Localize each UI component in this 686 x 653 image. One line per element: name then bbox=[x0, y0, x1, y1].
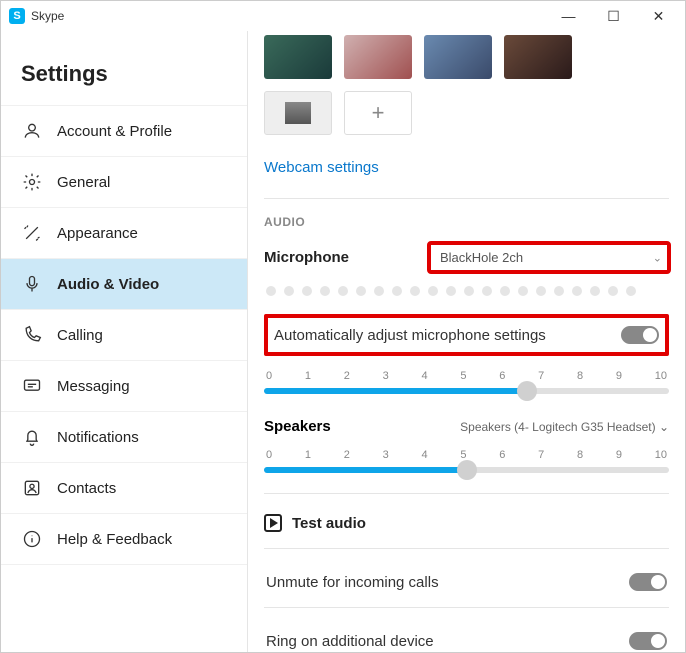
mic-level-meter bbox=[264, 286, 669, 296]
sidebar-item-general[interactable]: General bbox=[1, 156, 247, 207]
unmute-incoming-row: Unmute for incoming calls bbox=[264, 567, 669, 597]
mic-slider-scale: 012345678910 bbox=[264, 370, 669, 382]
microphone-select[interactable]: BlackHole 2ch ⌄ bbox=[429, 243, 669, 272]
sidebar-item-label: Account & Profile bbox=[57, 123, 172, 140]
mic-slider[interactable] bbox=[264, 388, 669, 394]
unmute-toggle[interactable] bbox=[629, 573, 667, 591]
settings-heading: Settings bbox=[1, 61, 247, 105]
phone-icon bbox=[21, 324, 43, 346]
ring-additional-row: Ring on additional device bbox=[264, 626, 669, 652]
speakers-select[interactable]: Speakers (4- Logitech G35 Headset) ⌄ bbox=[460, 420, 669, 434]
speakers-label: Speakers bbox=[264, 418, 460, 435]
auto-adjust-label: Automatically adjust microphone settings bbox=[274, 327, 621, 344]
sidebar-item-audio-video[interactable]: Audio & Video bbox=[1, 258, 247, 309]
play-icon bbox=[264, 514, 282, 532]
unmute-label: Unmute for incoming calls bbox=[266, 574, 629, 591]
test-audio-button[interactable]: Test audio bbox=[264, 514, 669, 532]
sidebar-item-messaging[interactable]: Messaging bbox=[1, 360, 247, 411]
add-bg-button[interactable]: + bbox=[344, 91, 412, 135]
sidebar-item-label: Calling bbox=[57, 327, 103, 344]
sidebar-item-label: Messaging bbox=[57, 378, 130, 395]
bg-thumb[interactable] bbox=[504, 35, 572, 79]
titlebar: S Skype — ☐ ✕ bbox=[1, 1, 685, 31]
sidebar-item-account[interactable]: Account & Profile bbox=[1, 105, 247, 156]
microphone-label: Microphone bbox=[264, 249, 429, 266]
auto-adjust-toggle[interactable] bbox=[621, 326, 659, 344]
sidebar-item-appearance[interactable]: Appearance bbox=[1, 207, 247, 258]
skype-icon: S bbox=[9, 8, 25, 24]
sidebar-item-label: Appearance bbox=[57, 225, 138, 242]
person-icon bbox=[21, 120, 43, 142]
sidebar: Settings Account & Profile General Appea… bbox=[1, 31, 248, 652]
microphone-value: BlackHole 2ch bbox=[440, 250, 523, 265]
sidebar-item-notifications[interactable]: Notifications bbox=[1, 411, 247, 462]
sidebar-item-label: Contacts bbox=[57, 480, 116, 497]
bell-icon bbox=[21, 426, 43, 448]
ring-toggle[interactable] bbox=[629, 632, 667, 650]
auto-adjust-mic-row: Automatically adjust microphone settings bbox=[264, 314, 669, 356]
close-button[interactable]: ✕ bbox=[636, 2, 681, 30]
chevron-down-icon: ⌄ bbox=[659, 420, 669, 434]
message-icon bbox=[21, 375, 43, 397]
sidebar-item-label: Audio & Video bbox=[57, 276, 159, 293]
ring-label: Ring on additional device bbox=[266, 633, 629, 650]
sidebar-item-calling[interactable]: Calling bbox=[1, 309, 247, 360]
sidebar-item-label: General bbox=[57, 174, 110, 191]
chevron-down-icon: ⌄ bbox=[653, 251, 662, 264]
mic-slider-thumb[interactable] bbox=[517, 381, 537, 401]
speaker-slider[interactable] bbox=[264, 467, 669, 473]
content-pane: + Webcam settings AUDIO Microphone Black… bbox=[248, 31, 685, 652]
sidebar-item-help[interactable]: Help & Feedback bbox=[1, 513, 247, 565]
minimize-button[interactable]: — bbox=[546, 2, 591, 30]
audio-section-label: AUDIO bbox=[264, 215, 669, 229]
microphone-icon bbox=[21, 273, 43, 295]
sidebar-item-contacts[interactable]: Contacts bbox=[1, 462, 247, 513]
bg-thumb[interactable] bbox=[264, 35, 332, 79]
sidebar-item-label: Notifications bbox=[57, 429, 139, 446]
app-title: Skype bbox=[31, 9, 546, 23]
wand-icon bbox=[21, 222, 43, 244]
bg-thumb[interactable] bbox=[344, 35, 412, 79]
speaker-slider-thumb[interactable] bbox=[457, 460, 477, 480]
maximize-button[interactable]: ☐ bbox=[591, 2, 636, 30]
bg-thumb[interactable] bbox=[424, 35, 492, 79]
background-thumbnails bbox=[264, 35, 669, 79]
contacts-icon bbox=[21, 477, 43, 499]
webcam-settings-link[interactable]: Webcam settings bbox=[264, 159, 669, 176]
info-icon bbox=[21, 528, 43, 550]
gear-icon bbox=[21, 171, 43, 193]
bg-thumb[interactable] bbox=[264, 91, 332, 135]
sidebar-item-label: Help & Feedback bbox=[57, 531, 172, 548]
